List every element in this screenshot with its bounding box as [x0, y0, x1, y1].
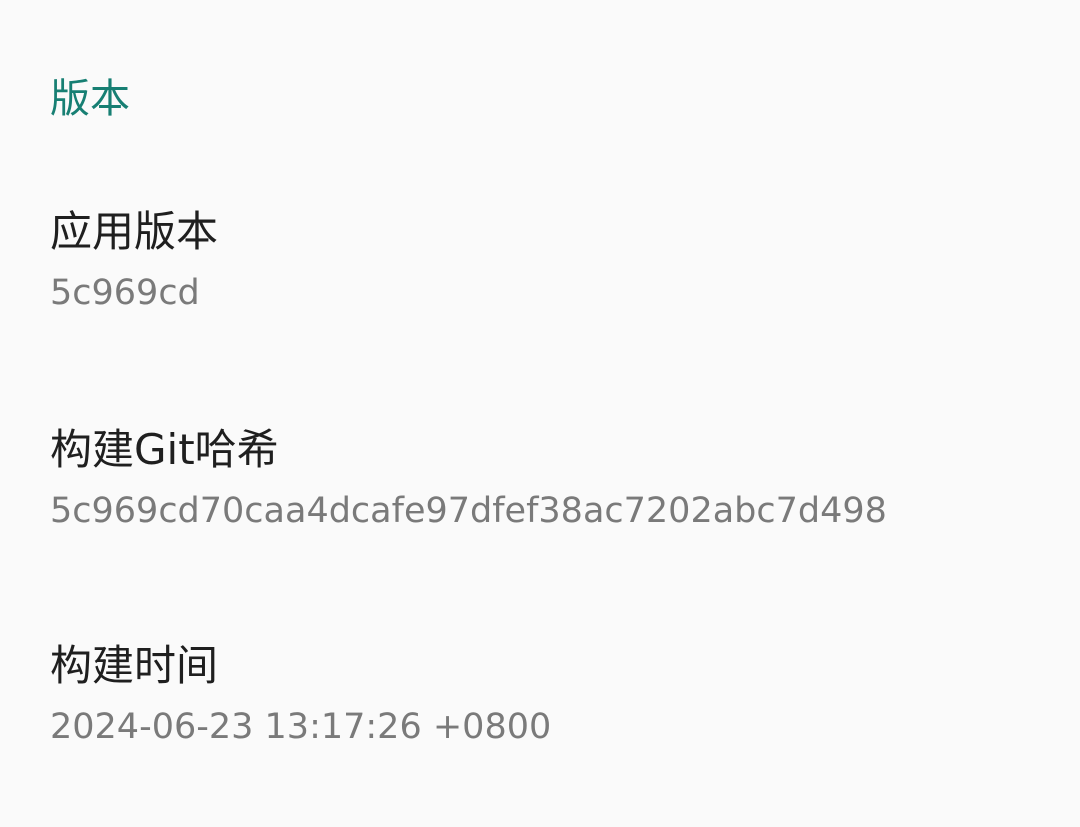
settings-screen: { "section": { "title": "版本" }, "items":… — [0, 0, 1080, 827]
build-git-hash-value: 5c969cd70caa4dcafe97dfef38ac7202abc7d498 — [50, 491, 887, 531]
build-time-item[interactable]: 构建时间 2024-06-23 13:17:26 +0800 — [0, 640, 1080, 750]
build-git-hash-label: 构建Git哈希 — [50, 425, 279, 474]
build-time-label: 构建时间 — [50, 641, 219, 690]
section-title-version: 版本 — [50, 76, 130, 122]
app-version-value: 5c969cd — [50, 273, 200, 313]
build-time-value: 2024-06-23 13:17:26 +0800 — [50, 707, 552, 747]
app-version-item[interactable]: 应用版本 5c969cd — [0, 206, 1080, 316]
app-version-label: 应用版本 — [50, 207, 219, 256]
build-git-hash-item[interactable]: 构建Git哈希 5c969cd70caa4dcafe97dfef38ac7202… — [0, 424, 1080, 534]
